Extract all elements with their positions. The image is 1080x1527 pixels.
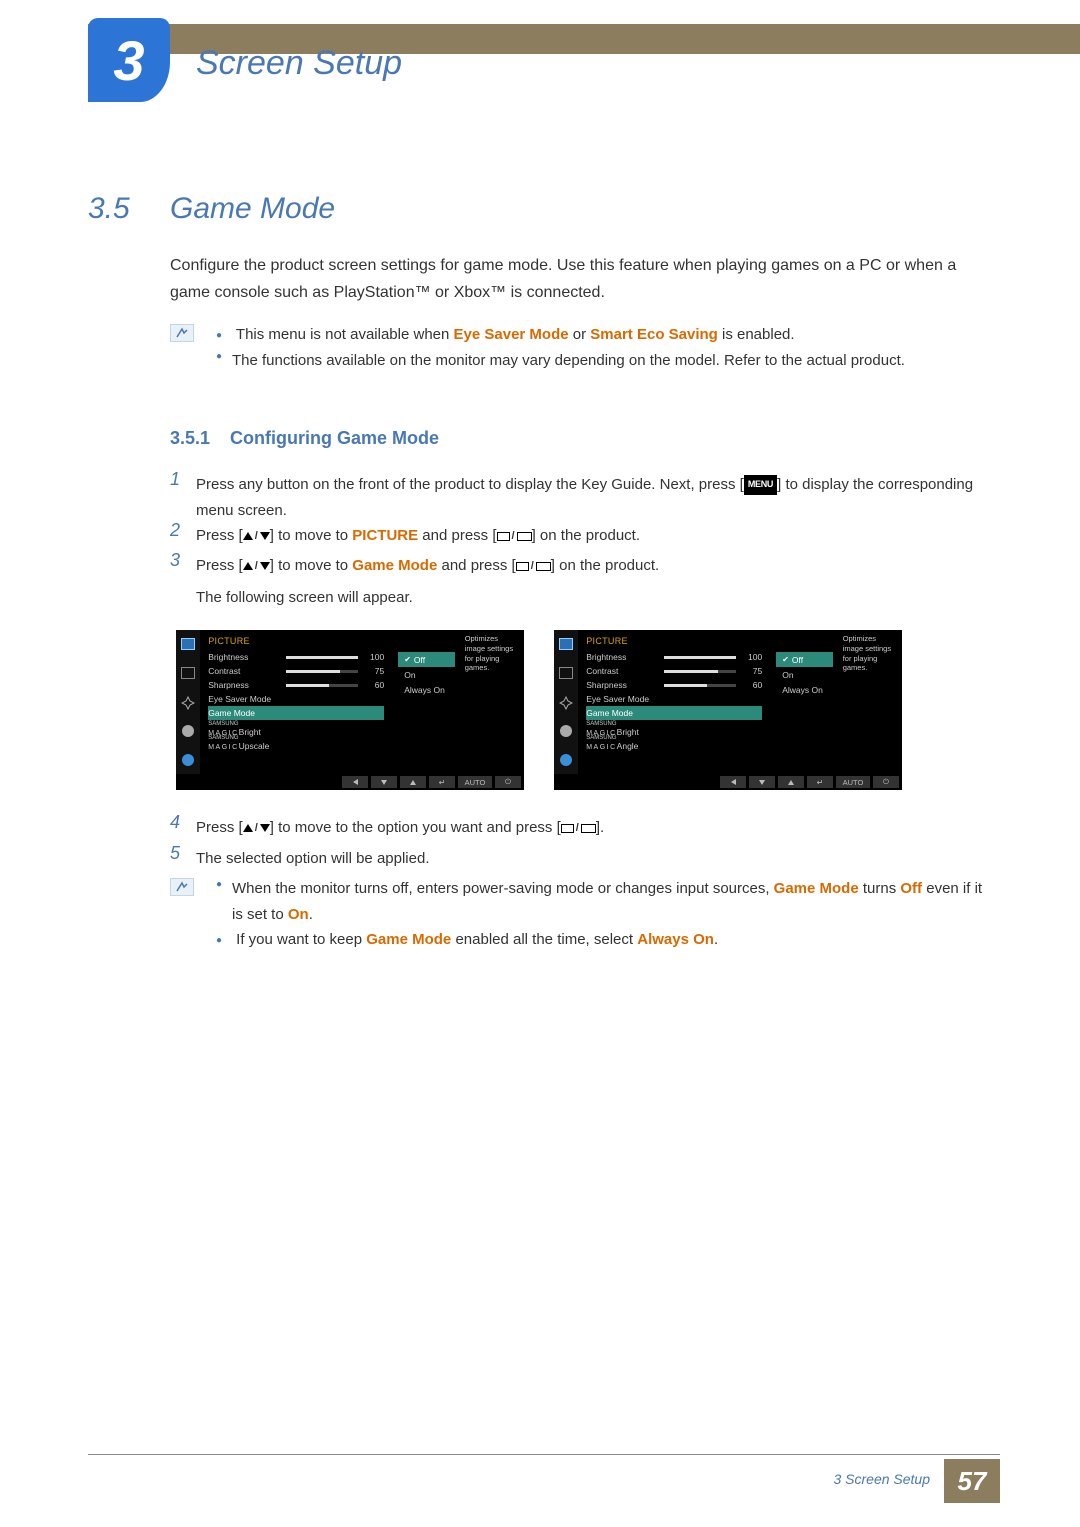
step-5-num: 5 (170, 843, 180, 864)
auto-button: AUTO (458, 776, 492, 788)
note-icon (170, 878, 194, 896)
step-2-text: Press [/] to move to PICTURE and press [… (196, 523, 992, 549)
step-5-text: The selected option will be applied. (196, 846, 992, 872)
nav-left-icon (342, 776, 368, 788)
step-1-text: Press any button on the front of the pro… (196, 472, 992, 523)
nav-down-icon (371, 776, 397, 788)
osd-title: PICTURE (208, 636, 384, 646)
section-title: Game Mode (170, 192, 335, 226)
option-off: Off (414, 655, 425, 665)
note-list-1: ● This menu is not available when Eye Sa… (216, 322, 992, 373)
step-2-num: 2 (170, 520, 180, 541)
settings-icon (560, 725, 572, 737)
page-number: 57 (958, 1466, 987, 1497)
subsection-title: Configuring Game Mode (230, 428, 439, 449)
up-down-icon: / (243, 819, 270, 838)
info-icon (182, 754, 194, 766)
power-icon: ⏻ (873, 776, 899, 788)
step-4-num: 4 (170, 812, 180, 833)
enter-icon: / (497, 527, 532, 546)
up-down-icon: / (243, 527, 270, 546)
monitor-icon (559, 638, 573, 650)
chapter-number: 3 (113, 28, 144, 93)
note-list-2: ● When the monitor turns off, enters pow… (216, 876, 992, 953)
subsection-number: 3.5.1 (170, 428, 210, 449)
nav-enter-icon: ↵ (807, 776, 833, 788)
nav-up-icon (400, 776, 426, 788)
up-down-icon: / (243, 557, 270, 576)
step-1-num: 1 (170, 469, 180, 490)
info-icon (560, 754, 572, 766)
chapter-title: Screen Setup (196, 44, 402, 83)
option-on: On (404, 670, 415, 680)
page-number-box: 57 (944, 1459, 1000, 1503)
note1-item2: The functions available on the monitor m… (232, 348, 992, 374)
osd-sidebar (176, 630, 200, 774)
section-number: 3.5 (88, 192, 130, 226)
nav-enter-icon: ↵ (429, 776, 455, 788)
osd-submenu: ✔Off On Always On (394, 648, 459, 774)
step-4-text: Press [/] to move to the option you want… (196, 815, 992, 841)
note-icon (170, 324, 194, 342)
intro-paragraph: Configure the product screen settings fo… (170, 252, 992, 306)
osd-title: PICTURE (586, 636, 762, 646)
picture-icon (181, 667, 195, 679)
settings-icon (182, 725, 194, 737)
link-smart-eco[interactable]: Smart Eco Saving (590, 326, 718, 343)
osd-sidebar (554, 630, 578, 774)
nav-left-icon (720, 776, 746, 788)
option-always-on: Always On (404, 685, 445, 695)
option-on: On (782, 670, 793, 680)
picture-icon (559, 667, 573, 679)
enter-icon: / (561, 819, 596, 838)
footer-chapter-label: 3 Screen Setup (833, 1471, 930, 1487)
option-always-on: Always On (782, 685, 823, 695)
auto-button: AUTO (836, 776, 870, 788)
link-eye-saver[interactable]: Eye Saver Mode (454, 326, 569, 343)
osd-panel-1: PICTURE Brightness100 Contrast75 Sharpne… (176, 630, 524, 790)
nav-down-icon (749, 776, 775, 788)
step-3-num: 3 (170, 550, 180, 571)
note1-part: This menu is not available when (236, 326, 454, 343)
nav-up-icon (778, 776, 804, 788)
osd-panel-2: PICTURE Brightness100 Contrast75 Sharpne… (554, 630, 902, 790)
power-icon: ⏻ (495, 776, 521, 788)
option-off: Off (792, 655, 803, 665)
monitor-icon (181, 638, 195, 650)
step-3-text: Press [/] to move to Game Mode and press… (196, 553, 992, 610)
osd-submenu: ✔Off On Always On (772, 648, 837, 774)
enter-icon: / (516, 557, 551, 576)
menu-button-icon: MENU (744, 475, 777, 494)
footer-divider (88, 1454, 1000, 1455)
osd-description: Optimizes image settings for playing gam… (837, 630, 902, 774)
osd-description: Optimizes image settings for playing gam… (459, 630, 524, 774)
osd-screenshots: PICTURE Brightness100 Contrast75 Sharpne… (176, 630, 902, 790)
